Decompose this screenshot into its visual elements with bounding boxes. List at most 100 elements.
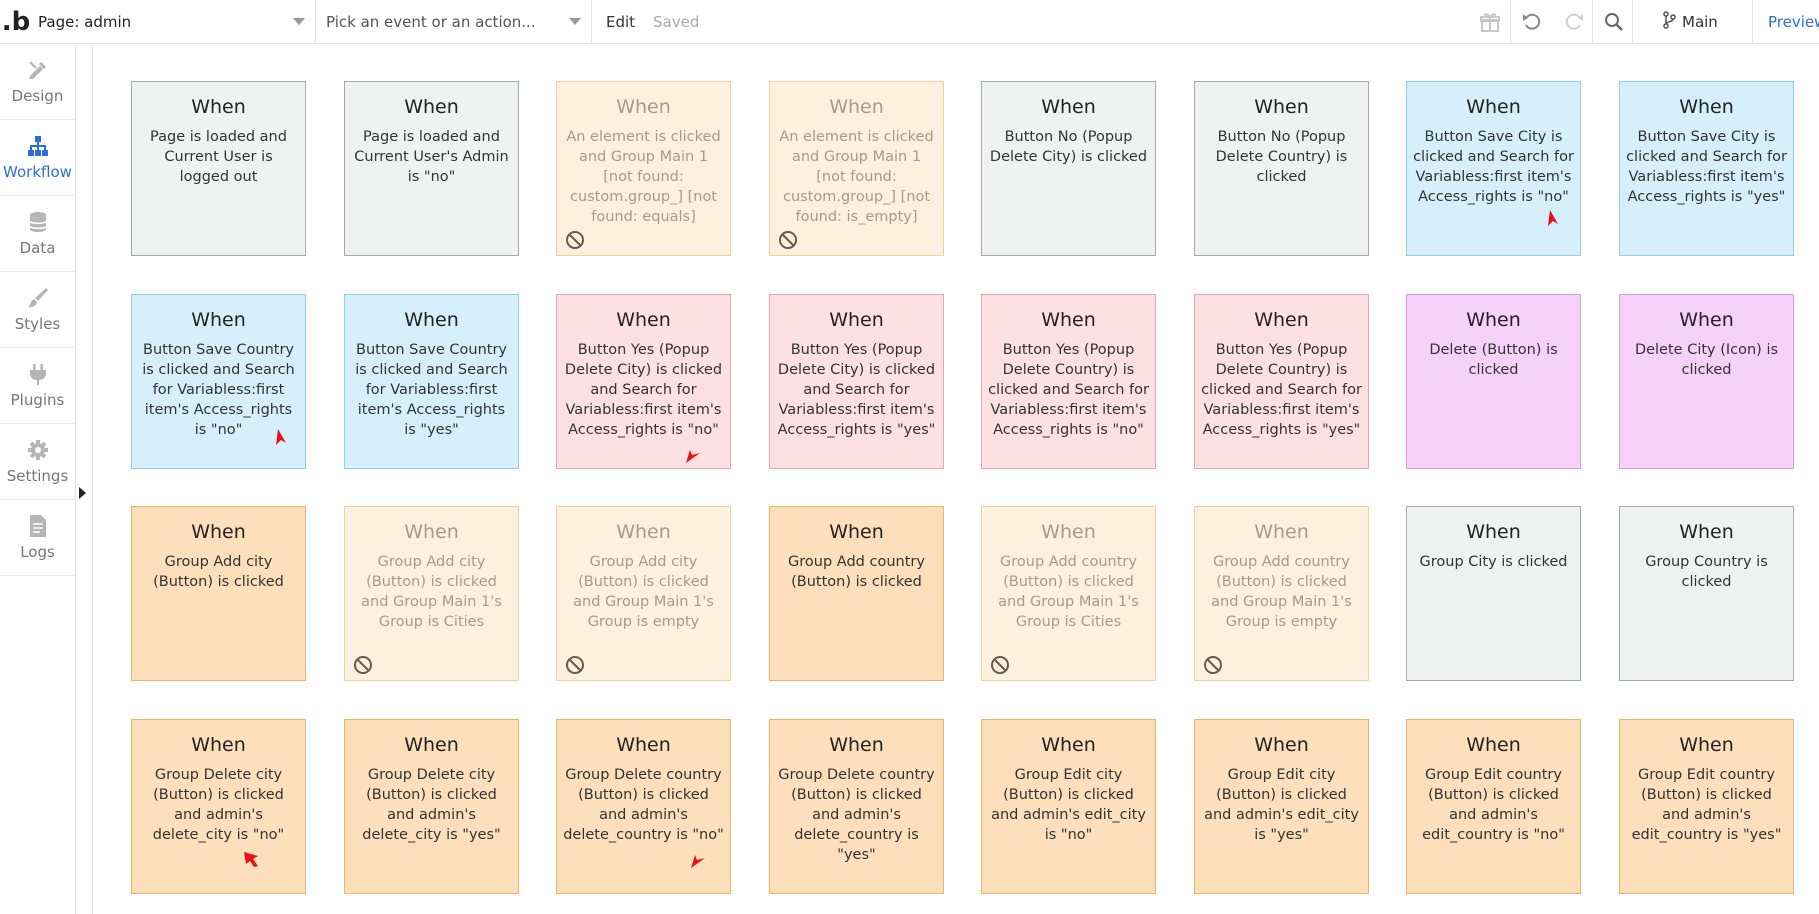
event-when-label: When [616, 521, 671, 543]
event-card[interactable]: When Button Save City is clicked and Sear… [1619, 81, 1794, 256]
annotation-arrow-icon [276, 429, 286, 445]
event-when-label: When [616, 309, 671, 331]
undo-icon[interactable] [1514, 0, 1550, 44]
annotation-arrow-icon [686, 450, 700, 463]
event-card[interactable]: When Group Add country (Button) is clicke… [769, 506, 944, 681]
event-card[interactable]: When Delete (Button) is clicked [1406, 294, 1581, 469]
event-when-label: When [616, 96, 671, 118]
event-card[interactable]: When Page is loaded and Current User is l… [131, 81, 306, 256]
event-condition: An element is clicked and Group Main 1 [… [566, 129, 721, 225]
event-condition: Group Delete country (Button) is clicked… [563, 767, 724, 843]
event-action-placeholder: Pick an event or an action... [326, 13, 536, 31]
sidebar-item-styles[interactable]: Styles [0, 272, 75, 348]
sidebar-item-plugins[interactable]: Plugins [0, 348, 75, 424]
event-when-label: When [1679, 734, 1734, 756]
event-condition: Group Add city (Button) is clicked and G… [573, 554, 714, 630]
event-card[interactable]: When Delete City (Icon) is clicked [1619, 294, 1794, 469]
event-when-label: When [1679, 309, 1734, 331]
event-card[interactable]: When Button Save Country is clicked and S… [131, 294, 306, 469]
event-card[interactable]: When Group Add country (Button) is clicke… [981, 506, 1156, 681]
event-card[interactable]: When Group Delete city (Button) is clicke… [131, 719, 306, 894]
event-card[interactable]: When Group Edit country (Button) is click… [1406, 719, 1581, 894]
sidebar-item-data[interactable]: Data [0, 196, 75, 272]
disabled-icon [1204, 656, 1222, 674]
event-card[interactable]: When Group Delete city (Button) is clicke… [344, 719, 519, 894]
toolbar-divider [1592, 0, 1593, 44]
event-condition: Group Add city (Button) is clicked [153, 554, 284, 590]
event-condition: Group Delete city (Button) is clicked an… [152, 767, 285, 843]
toolbar-divider [1510, 0, 1511, 44]
edit-menu[interactable]: Edit [606, 0, 635, 44]
bubble-logo-icon[interactable]: .b [0, 0, 32, 44]
branch-selector[interactable]: Main [1662, 0, 1718, 44]
event-card[interactable]: When Button Yes (Popup Delete City) is cl… [769, 294, 944, 469]
gift-icon[interactable] [1472, 0, 1508, 44]
sidebar-item-settings[interactable]: Settings [0, 424, 75, 500]
event-when-label: When [191, 96, 246, 118]
event-card[interactable]: When Group Delete country (Button) is cli… [556, 719, 731, 894]
event-card[interactable]: When Group Edit city (Button) is clicked … [981, 719, 1156, 894]
disabled-icon [566, 656, 584, 674]
event-condition: Button Yes (Popup Delete City) is clicke… [777, 342, 936, 438]
event-when-label: When [1466, 309, 1521, 331]
event-card[interactable]: When Group Add city (Button) is clicked a… [556, 506, 731, 681]
event-card[interactable]: When Group Country is clicked [1619, 506, 1794, 681]
event-condition: Button Save Country is clicked and Searc… [142, 342, 295, 438]
event-condition: Group Delete city (Button) is clicked an… [362, 767, 501, 843]
sidebar-item-label: Settings [6, 467, 69, 485]
event-card[interactable]: When Button Yes (Popup Delete Country) is… [981, 294, 1156, 469]
sidebar: Design Workflow Data Styles Plugins Sett… [0, 44, 76, 914]
event-condition: Group Edit city (Button) is clicked and … [991, 767, 1146, 843]
event-when-label: When [829, 521, 884, 543]
event-card[interactable]: When Group Add city (Button) is clicked [131, 506, 306, 681]
event-condition: Group Edit country (Button) is clicked a… [1422, 767, 1565, 843]
event-condition: Group City is clicked [1419, 554, 1568, 570]
event-condition: Page is loaded and Current User is logge… [150, 129, 287, 185]
event-card[interactable]: When Button No (Popup Delete Country) is … [1194, 81, 1369, 256]
event-card[interactable]: When An element is clicked and Group Main… [556, 81, 731, 256]
event-card[interactable]: When Button Yes (Popup Delete Country) is… [1194, 294, 1369, 469]
sidebar-item-workflow[interactable]: Workflow [0, 120, 75, 196]
event-card[interactable]: When An element is clicked and Group Main… [769, 81, 944, 256]
event-card[interactable]: When Group Add country (Button) is clicke… [1194, 506, 1369, 681]
disabled-icon [566, 231, 584, 249]
event-condition: Button Save City is clicked and Search f… [1626, 129, 1787, 205]
event-condition: Button Yes (Popup Delete Country) is cli… [1201, 342, 1362, 438]
collapse-sidebar-arrow-icon[interactable] [79, 487, 86, 499]
event-card[interactable]: When Group Add city (Button) is clicked a… [344, 506, 519, 681]
event-condition: Button Yes (Popup Delete City) is clicke… [564, 342, 723, 438]
preview-link[interactable]: Preview [1768, 0, 1819, 44]
event-card[interactable]: When Group City is clicked [1406, 506, 1581, 681]
event-condition: Page is loaded and Current User's Admin … [354, 129, 509, 185]
event-condition: Button Save City is clicked and Search f… [1413, 129, 1574, 205]
event-condition: Delete (Button) is clicked [1429, 342, 1558, 378]
event-card[interactable]: When Button No (Popup Delete City) is cli… [981, 81, 1156, 256]
event-card[interactable]: When Group Delete country (Button) is cli… [769, 719, 944, 894]
settings-icon [27, 440, 48, 460]
event-card[interactable]: When Button Save Country is clicked and S… [344, 294, 519, 469]
event-card[interactable]: When Button Yes (Popup Delete City) is cl… [556, 294, 731, 469]
event-when-label: When [1041, 734, 1096, 756]
event-card[interactable]: When Button Save City is clicked and Sear… [1406, 81, 1581, 256]
event-when-label: When [1679, 521, 1734, 543]
event-when-label: When [191, 309, 246, 331]
annotation-arrow-icon [691, 855, 705, 868]
event-card[interactable]: When Page is loaded and Current User's Ad… [344, 81, 519, 256]
disabled-icon [991, 656, 1009, 674]
event-when-label: When [1466, 521, 1521, 543]
event-card[interactable]: When Group Edit country (Button) is click… [1619, 719, 1794, 894]
event-condition: Group Country is clicked [1645, 554, 1768, 590]
search-icon[interactable] [1596, 0, 1632, 44]
page-selector[interactable]: Page: admin [32, 0, 316, 44]
sidebar-item-label: Logs [20, 543, 55, 561]
redo-icon[interactable] [1556, 0, 1592, 44]
sidebar-item-logs[interactable]: Logs [0, 500, 75, 576]
sidebar-item-design[interactable]: Design [0, 44, 75, 120]
event-when-label: When [191, 734, 246, 756]
event-action-picker[interactable]: Pick an event or an action... [316, 0, 592, 44]
event-when-label: When [829, 96, 884, 118]
event-card[interactable]: When Group Edit city (Button) is clicked … [1194, 719, 1369, 894]
sidebar-item-label: Styles [14, 315, 61, 333]
event-when-label: When [1041, 521, 1096, 543]
event-when-label: When [404, 96, 459, 118]
